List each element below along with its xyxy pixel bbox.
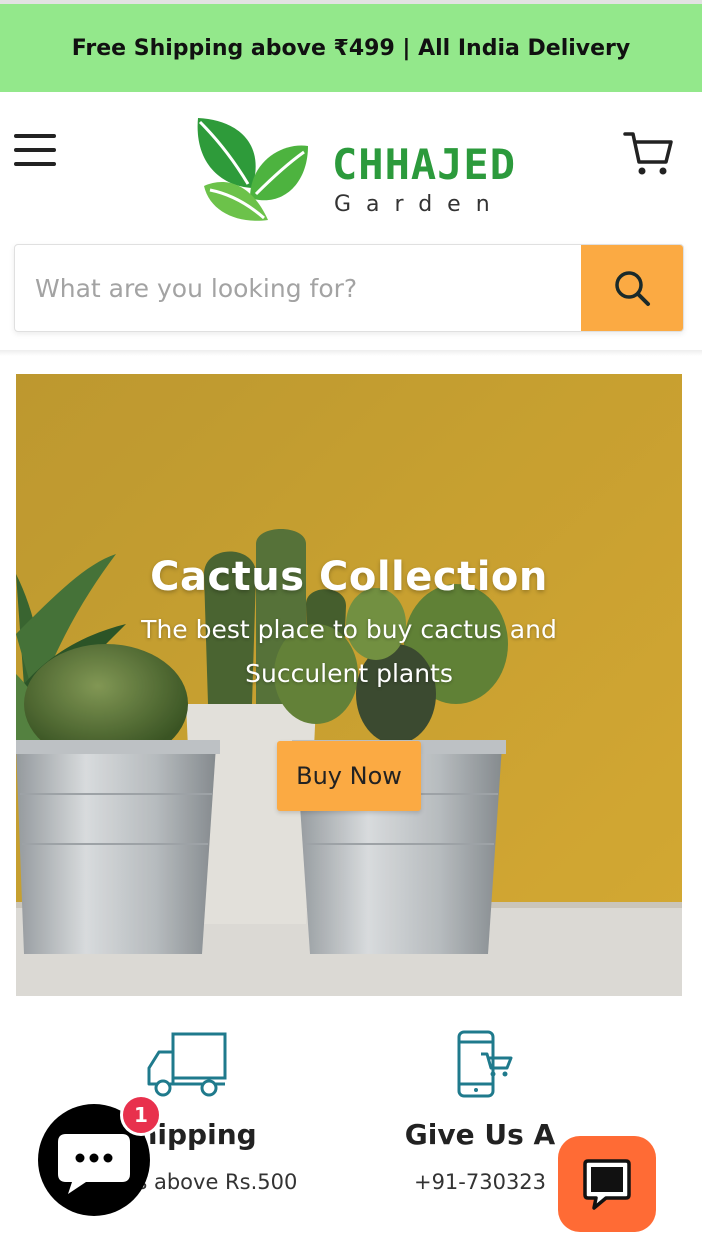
site-logo[interactable]: CHHAJED Garden <box>190 112 520 230</box>
hero-title: Cactus Collection <box>150 554 548 600</box>
hero-banner: Cactus Collection The best place to buy … <box>16 374 682 996</box>
search-bar <box>14 244 684 332</box>
hero-text: Cactus Collection The best place to buy … <box>16 554 682 696</box>
chat-notification-badge: 1 <box>120 1094 162 1136</box>
delivery-truck-icon <box>147 1032 227 1097</box>
phone-cart-icon <box>457 1030 513 1098</box>
announcement-bar: Free Shipping above ₹499 | All India Del… <box>0 4 702 92</box>
help-chat-icon <box>583 1159 631 1210</box>
site-header: CHHAJED Garden <box>0 92 702 352</box>
buy-now-button[interactable]: Buy Now <box>277 741 421 811</box>
header-divider <box>0 350 702 356</box>
cart-icon <box>623 132 673 175</box>
cart-button[interactable] <box>622 128 674 180</box>
announcement-text: Free Shipping above ₹499 | All India Del… <box>71 35 631 61</box>
search-icon <box>615 271 650 306</box>
logo-brand-text: CHHAJED <box>332 140 517 189</box>
help-chat-button[interactable] <box>558 1136 656 1232</box>
hamburger-icon <box>14 134 56 138</box>
hero-subtitle: The best place to buy cactus and Succule… <box>141 615 557 688</box>
search-input[interactable] <box>15 245 581 331</box>
leaf-logo-icon <box>197 118 308 221</box>
logo-sub-text: Garden <box>334 192 505 217</box>
hamburger-menu-button[interactable] <box>14 134 58 174</box>
search-button[interactable] <box>581 245 683 331</box>
